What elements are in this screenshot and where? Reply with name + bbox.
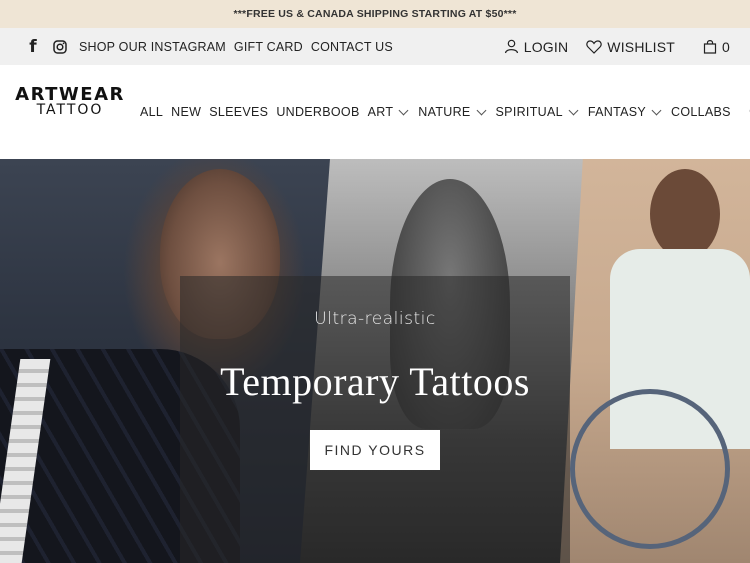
- nav-item-fantasy[interactable]: FANTASY: [588, 105, 663, 119]
- heart-icon: [586, 39, 602, 54]
- hero-banner: Ultra-realistic Temporary Tattoos FIND Y…: [0, 159, 750, 563]
- nav-label: NATURE: [418, 105, 471, 119]
- nav-label: ALL: [140, 105, 164, 119]
- model-head: [650, 169, 720, 259]
- cta-label: FIND YOURS: [324, 442, 426, 458]
- logo-line-1: ARTWEAR: [15, 83, 125, 105]
- nav-item-nature[interactable]: NATURE: [418, 105, 487, 119]
- nav-label: SLEEVES: [209, 105, 269, 119]
- nav-item-art[interactable]: ART: [368, 105, 411, 119]
- bicycle-wheel: [570, 389, 730, 549]
- hero-title: Temporary Tattoos: [220, 359, 530, 404]
- nav-label: NEW: [171, 105, 202, 119]
- nav-label: FANTASY: [587, 105, 646, 119]
- logo-line-2: TATTOO: [36, 101, 104, 118]
- chevron-down-icon: [398, 105, 409, 115]
- chevron-down-icon: [568, 105, 579, 115]
- hero-subtitle: Ultra-realistic: [314, 309, 436, 329]
- announcement-text: ***FREE US & CANADA SHIPPING STARTING AT…: [233, 8, 517, 20]
- main-header: ARTWEAR TATTOO ALL NEW SLEEVES UNDERBOOB…: [0, 65, 750, 159]
- nav-label: UNDERBOOB: [276, 105, 360, 119]
- nav-item-underboob[interactable]: UNDERBOOB: [276, 105, 359, 119]
- gift-card-link[interactable]: GIFT CARD: [234, 40, 303, 54]
- site-logo[interactable]: ARTWEAR TATTOO: [15, 83, 123, 119]
- nav-item-new[interactable]: NEW: [171, 105, 201, 119]
- find-yours-button[interactable]: FIND YOURS: [310, 430, 440, 470]
- facebook-icon[interactable]: f: [27, 37, 39, 57]
- wishlist-label: WISHLIST: [607, 38, 675, 55]
- cart-count: 0: [722, 38, 730, 55]
- login-label: LOGIN: [523, 38, 569, 55]
- main-nav: ALL NEW SLEEVES UNDERBOOB ART NATURE SPI…: [140, 105, 750, 119]
- user-icon: [504, 39, 519, 54]
- chevron-down-icon: [651, 105, 662, 115]
- instagram-icon[interactable]: [53, 39, 67, 54]
- contact-us-link[interactable]: CONTACT US: [311, 40, 393, 54]
- wishlist-link[interactable]: WISHLIST: [586, 39, 675, 55]
- top-links-group: f SHOP OUR INSTAGRAM GIFT CARD CONTACT U…: [27, 37, 393, 57]
- nav-item-collabs[interactable]: COLLABS: [671, 105, 731, 119]
- nav-item-spiritual[interactable]: SPIRITUAL: [496, 105, 580, 119]
- nav-label: COLLABS: [671, 105, 731, 119]
- announcement-bar: ***FREE US & CANADA SHIPPING STARTING AT…: [0, 0, 750, 28]
- shop-instagram-link[interactable]: SHOP OUR INSTAGRAM: [79, 40, 226, 54]
- shopping-bag-icon: [703, 39, 717, 54]
- chevron-down-icon: [476, 105, 486, 115]
- nav-item-sleeves[interactable]: SLEEVES: [209, 105, 268, 119]
- top-utility-bar: f SHOP OUR INSTAGRAM GIFT CARD CONTACT U…: [0, 28, 750, 65]
- nav-label: SPIRITUAL: [495, 105, 563, 119]
- cart-link[interactable]: 0: [703, 39, 730, 55]
- account-links-group: LOGIN WISHLIST 0: [504, 39, 730, 55]
- login-link[interactable]: LOGIN: [504, 39, 569, 55]
- nav-item-all[interactable]: ALL: [140, 105, 163, 119]
- nav-label: ART: [367, 105, 394, 119]
